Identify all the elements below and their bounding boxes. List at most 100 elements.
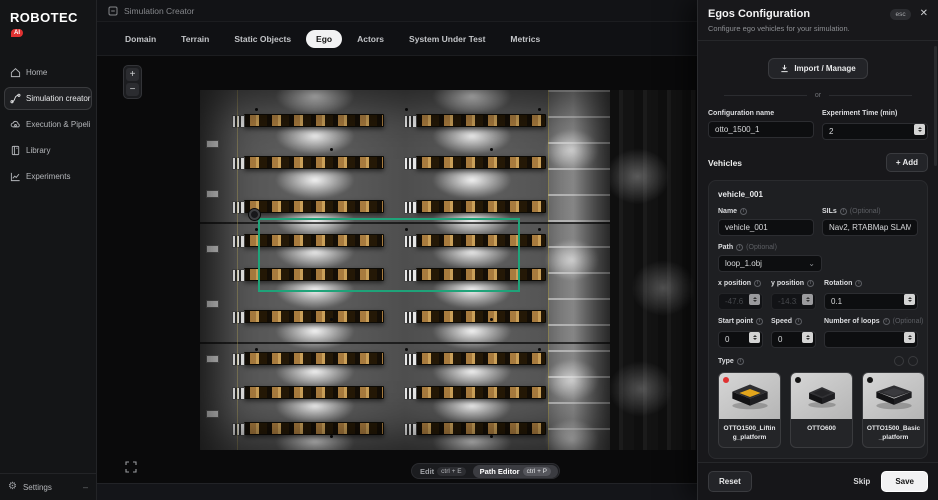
sils-input[interactable]: [822, 219, 918, 236]
path-select[interactable]: loop_1.obj ⌄: [718, 255, 822, 272]
esc-badge[interactable]: esc: [890, 9, 910, 20]
stepper-icon[interactable]: [802, 332, 813, 343]
vehicle-card: vehicle_001 Name SILs (Optional) Path(Opt…: [708, 180, 928, 459]
sidebar-item-library[interactable]: Library: [4, 139, 92, 162]
path-field: Path(Optional) loop_1.obj ⌄: [718, 244, 822, 272]
reset-button[interactable]: Reset: [708, 471, 752, 492]
sils-label: SILs: [822, 208, 837, 215]
configuration-name-input[interactable]: [708, 121, 814, 138]
fullscreen-button[interactable]: [123, 459, 139, 475]
tab-ego[interactable]: Ego: [306, 30, 342, 48]
type-card-label: OTTO1500_Lifting_platform: [719, 419, 780, 447]
tab-terrain[interactable]: Terrain: [171, 30, 219, 48]
edit-mode-button[interactable]: Edit ctrl + E: [413, 465, 473, 478]
sidebar-item-home[interactable]: Home: [4, 61, 92, 84]
add-vehicle-button[interactable]: + Add: [886, 153, 928, 172]
info-icon[interactable]: [754, 280, 761, 287]
sidebar-item-label: Execution & Pipelines: [26, 120, 92, 129]
info-icon[interactable]: [883, 318, 890, 325]
tab-system-under-test[interactable]: System Under Test: [399, 30, 495, 48]
stepper-icon[interactable]: [904, 294, 915, 305]
sidebar-item-label: Experiments: [26, 172, 70, 181]
name-label: Name: [718, 208, 737, 215]
number-of-loops-label: Number of loops: [824, 318, 880, 325]
simulation-canvas[interactable]: + − Edit ctrl + E Path Editor ctrl + P: [97, 56, 697, 483]
info-icon[interactable]: [740, 208, 747, 215]
close-icon[interactable]: ✕: [920, 9, 928, 19]
vehicle-type-list: OTTO1500_Lifting_platform: [718, 372, 918, 448]
stepper-icon: [802, 294, 813, 305]
robot-otto600-illustration: [801, 382, 843, 410]
panel-header: Egos Configuration esc ✕ Configure ego v…: [698, 0, 938, 41]
robot-basic-illustration: [871, 381, 917, 411]
warehouse-map[interactable]: [200, 90, 610, 450]
path-editor-shortcut-badge: ctrl + P: [523, 467, 551, 476]
panel-subtitle: Configure ego vehicles for your simulati…: [708, 24, 928, 33]
zoom-in-button[interactable]: +: [126, 68, 139, 81]
tab-static-objects[interactable]: Static Objects: [224, 30, 301, 48]
collapse-sidebar-icon[interactable]: –: [83, 482, 88, 492]
type-card-otto600[interactable]: OTTO600: [790, 372, 853, 448]
path-start-point-marker[interactable]: [249, 209, 260, 220]
import-manage-button[interactable]: Import / Manage: [768, 58, 867, 79]
stepper-icon[interactable]: [914, 124, 925, 135]
stepper-icon[interactable]: [749, 332, 760, 343]
type-card-image: [863, 373, 924, 419]
start-point-field: Start point: [718, 318, 763, 348]
optional-hint: (Optional): [746, 244, 777, 251]
vehicle-name-input[interactable]: [718, 219, 814, 236]
type-next-button[interactable]: [908, 356, 918, 366]
vehicles-heading: Vehicles: [708, 158, 742, 168]
sidebar-item-experiments[interactable]: Experiments: [4, 165, 92, 188]
save-button[interactable]: Save: [881, 471, 928, 492]
info-icon[interactable]: [737, 358, 744, 365]
vehicle-card-title: vehicle_001: [718, 190, 918, 199]
y-position-label: y position: [771, 280, 804, 287]
optional-hint: (Optional): [893, 318, 924, 325]
experiment-time-input[interactable]: [822, 123, 928, 140]
type-card-otto1500-lifting[interactable]: OTTO1500_Lifting_platform: [718, 372, 781, 448]
or-divider: or: [724, 92, 912, 99]
type-card-otto1500-basic[interactable]: OTTO1500_Basic_platform: [862, 372, 925, 448]
zoom-out-button[interactable]: −: [126, 83, 139, 96]
topbar: Simulation Creator: [97, 0, 697, 22]
info-icon[interactable]: [795, 318, 802, 325]
path-editor-label: Path Editor: [480, 467, 520, 476]
speed-field: Speed: [771, 318, 816, 348]
tab-actors[interactable]: Actors: [347, 30, 394, 48]
info-icon[interactable]: [840, 208, 847, 215]
experiment-time-label: Experiment Time (min): [822, 110, 897, 117]
rotation-label: Rotation: [824, 280, 852, 287]
info-icon[interactable]: [855, 280, 862, 287]
app-window: ROBOTECAI Home Simulation creator Execut…: [0, 0, 938, 500]
tab-domain[interactable]: Domain: [115, 30, 166, 48]
vehicle-name-field: Name: [718, 208, 814, 236]
import-icon: [780, 64, 789, 73]
type-prev-button[interactable]: [894, 356, 904, 366]
panel-title: Egos Configuration: [708, 8, 890, 20]
start-point-label: Start point: [718, 318, 753, 325]
path-editor-mode-button[interactable]: Path Editor ctrl + P: [473, 465, 558, 478]
floor-marking-line: [237, 90, 238, 450]
type-card-image: [791, 373, 852, 419]
sidebar-item-simulation-creator[interactable]: Simulation creator: [4, 87, 92, 110]
panel-body: Import / Manage or Configuration name Ex…: [698, 41, 938, 462]
egos-configuration-panel: Egos Configuration esc ✕ Configure ego v…: [697, 0, 938, 500]
stepper-icon[interactable]: [904, 332, 915, 343]
book-icon: [10, 145, 21, 156]
brand-logo: ROBOTECAI: [0, 0, 96, 55]
radio-icon: [795, 377, 801, 383]
route-icon: [10, 93, 21, 104]
tab-metrics[interactable]: Metrics: [500, 30, 550, 48]
panel-scrollbar[interactable]: [934, 46, 937, 166]
edit-mode-label: Edit: [420, 467, 434, 476]
skip-button[interactable]: Skip: [853, 477, 870, 486]
ego-path-loop[interactable]: [258, 218, 520, 292]
brand-ai-badge: AI: [11, 29, 23, 37]
settings-row[interactable]: ⚙ Settings –: [0, 473, 96, 500]
sidebar-item-execution-pipelines[interactable]: Execution & Pipelines: [4, 113, 92, 136]
radio-selected-icon: [723, 377, 729, 383]
info-icon[interactable]: [736, 244, 743, 251]
info-icon[interactable]: [807, 280, 814, 287]
info-icon[interactable]: [756, 318, 763, 325]
